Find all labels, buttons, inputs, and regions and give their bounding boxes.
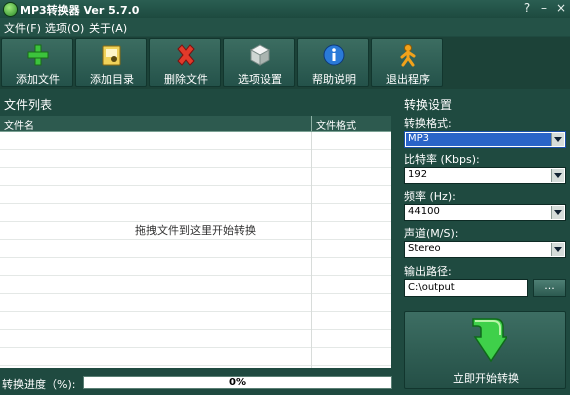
exit-button[interactable]: 退出程序 — [371, 38, 443, 87]
start-conversion-button[interactable]: 立即开始转换 — [404, 311, 566, 389]
exit-person-icon — [400, 44, 416, 67]
format-label: 转换格式: — [404, 117, 452, 130]
frequency-label: 频率 (Hz): — [404, 190, 456, 203]
chevron-down-icon[interactable] — [551, 133, 564, 146]
output-path-field[interactable]: C:\output — [404, 279, 528, 297]
settings-title: 转换设置 — [404, 98, 453, 112]
help-window-button[interactable]: ? — [520, 1, 534, 15]
bitrate-label: 比特率 (Kbps): — [404, 153, 480, 166]
output-path-label: 输出路径: — [404, 265, 452, 278]
add-file-label: 添加文件 — [16, 73, 60, 86]
options-settings-button[interactable]: 选项设置 — [223, 38, 295, 87]
channel-select[interactable]: Stereo — [404, 241, 566, 258]
file-list-drop-area[interactable]: 拖拽文件到这里开始转换 — [0, 132, 391, 368]
delete-x-icon — [177, 44, 195, 66]
menu-options[interactable]: 选项(O) — [45, 20, 84, 36]
channel-label: 声道(M/S): — [404, 227, 459, 240]
add-folder-button[interactable]: 添加目录 — [75, 38, 147, 87]
menu-file[interactable]: 文件(F) — [4, 20, 41, 36]
exit-label: 退出程序 — [386, 73, 430, 86]
browse-button[interactable]: ... — [533, 279, 566, 297]
add-file-button[interactable]: 添加文件 — [1, 38, 73, 87]
help-button[interactable]: 帮助说明 — [297, 38, 369, 87]
delete-file-button[interactable]: 删除文件 — [149, 38, 221, 87]
start-conversion-label: 立即开始转换 — [453, 372, 519, 385]
chevron-down-icon[interactable] — [551, 243, 564, 256]
column-header-format[interactable]: 文件格式 — [316, 117, 356, 132]
window-title: MP3转换器 Ver 5.7.0 — [20, 4, 140, 17]
file-list-header: 文件名 文件格式 — [0, 116, 391, 132]
close-button[interactable]: × — [554, 1, 568, 15]
settings-cube-icon — [249, 44, 271, 66]
minimize-button[interactable]: – — [537, 1, 551, 15]
plus-icon — [27, 44, 49, 66]
frequency-select[interactable]: 44100 — [404, 204, 566, 221]
list-column-line — [311, 132, 312, 368]
title-bar: MP3转换器 Ver 5.7.0 ? – × — [0, 0, 570, 18]
output-path-value: C:\output — [408, 282, 455, 293]
options-settings-label: 选项设置 — [238, 73, 282, 86]
progress-percent: 0% — [229, 377, 246, 388]
channel-value: Stereo — [408, 243, 441, 254]
chevron-down-icon[interactable] — [551, 206, 564, 219]
down-arrow-icon — [472, 318, 507, 363]
info-icon — [323, 44, 345, 66]
bitrate-select[interactable]: 192 — [404, 167, 566, 184]
progress-bar: 0% — [83, 376, 392, 389]
help-label: 帮助说明 — [312, 73, 356, 86]
toolbar: 添加文件 添加目录 删除文件 选项设置 帮助说明 退出程序 — [0, 37, 570, 89]
column-divider[interactable] — [311, 116, 312, 131]
menu-bar: 文件(F) 选项(O) 关于(A) — [0, 18, 570, 36]
folder-icon — [102, 45, 121, 66]
column-header-filename[interactable]: 文件名 — [4, 117, 34, 132]
add-folder-label: 添加目录 — [90, 73, 134, 86]
file-list-title: 文件列表 — [4, 98, 53, 112]
menu-about[interactable]: 关于(A) — [89, 20, 127, 36]
format-value: MP3 — [408, 133, 430, 144]
format-select[interactable]: MP3 — [404, 131, 566, 148]
drop-hint-text: 拖拽文件到这里开始转换 — [135, 224, 256, 237]
bitrate-value: 192 — [408, 169, 428, 180]
delete-file-label: 删除文件 — [164, 73, 208, 86]
frequency-value: 44100 — [408, 206, 440, 217]
chevron-down-icon[interactable] — [551, 169, 564, 182]
app-icon — [3, 2, 18, 17]
progress-label: 转换进度（%): — [2, 378, 76, 391]
